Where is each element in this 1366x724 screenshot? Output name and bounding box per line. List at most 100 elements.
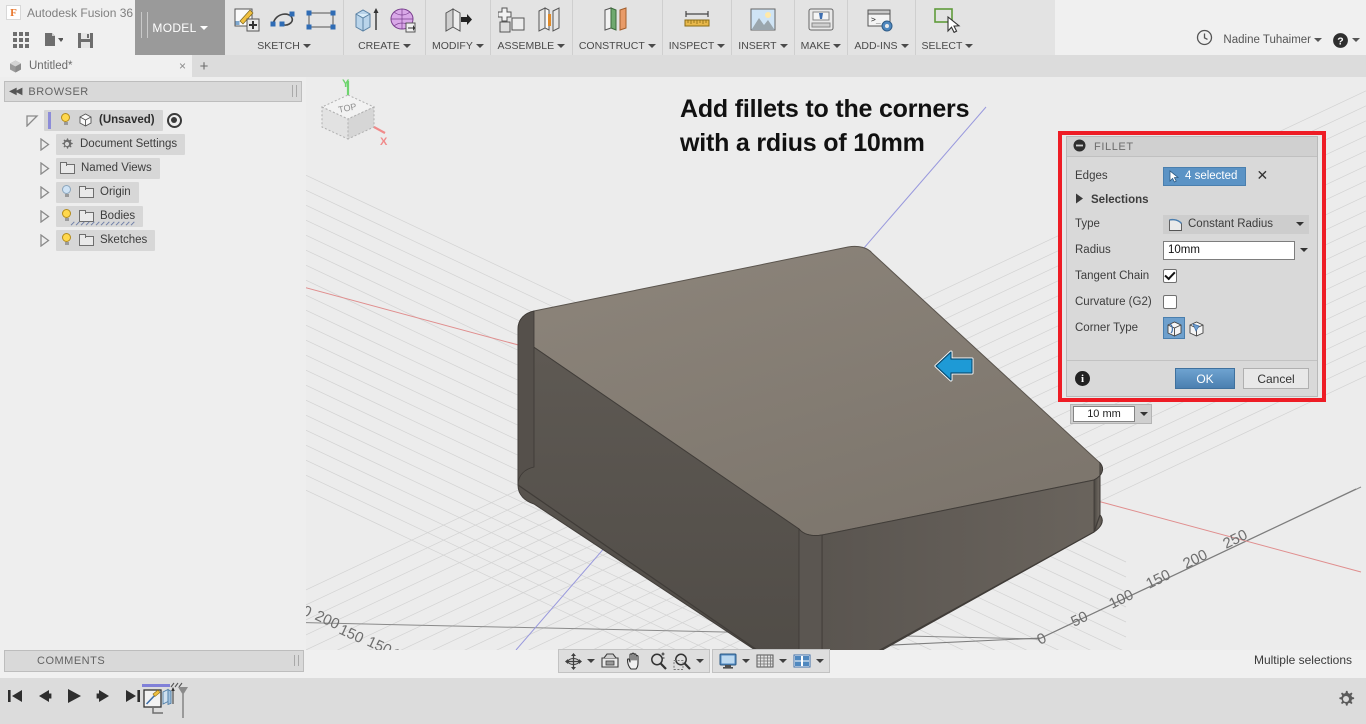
step-forward-icon[interactable] <box>95 687 113 710</box>
cancel-button[interactable]: Cancel <box>1243 368 1309 389</box>
chevron-down-icon[interactable] <box>647 44 656 48</box>
ok-button[interactable]: OK <box>1175 368 1235 389</box>
play-icon[interactable] <box>64 686 84 711</box>
expand-toggle[interactable] <box>32 137 56 151</box>
tree-item-named-views[interactable]: Named Views <box>56 157 160 179</box>
visibility-bulb-icon[interactable] <box>59 113 72 127</box>
new-document-icon[interactable] <box>42 29 64 51</box>
display-settings-icon[interactable] <box>716 651 752 671</box>
measure-icon[interactable] <box>681 5 713 35</box>
expand-toggle[interactable] <box>32 209 56 223</box>
chevron-down-icon[interactable] <box>965 44 974 48</box>
expand-triangle-icon[interactable] <box>1075 193 1084 207</box>
help-menu[interactable]: ? <box>1332 32 1360 49</box>
fillet-type-combo[interactable]: Constant Radius <box>1163 214 1309 234</box>
expand-toggle[interactable] <box>32 161 56 175</box>
3d-print-icon[interactable] <box>805 5 837 35</box>
svg-text:Y: Y <box>342 78 350 90</box>
rectangle-icon[interactable] <box>305 5 337 35</box>
orbit-icon[interactable] <box>562 651 597 671</box>
chevron-down-icon[interactable] <box>833 44 842 48</box>
setback-icon[interactable] <box>1185 317 1207 339</box>
expand-toggle-open[interactable] <box>20 113 44 127</box>
joint-icon[interactable] <box>534 5 566 35</box>
create-sketch-icon[interactable] <box>231 5 263 35</box>
chevron-down-icon[interactable] <box>816 659 824 663</box>
new-tab-button[interactable]: + <box>192 55 216 77</box>
spline-icon[interactable] <box>268 5 300 35</box>
chevron-down-icon[interactable] <box>557 44 566 48</box>
offset-plane-icon[interactable] <box>601 5 633 35</box>
close-icon[interactable]: × <box>179 59 186 73</box>
fillet-selections-header[interactable]: Selections <box>1067 189 1317 211</box>
tree-item-document-settings[interactable]: Document Settings <box>56 133 186 155</box>
insert-image-icon[interactable] <box>747 5 779 35</box>
fillet-radius-input[interactable]: 10mm <box>1163 240 1295 260</box>
document-tab[interactable]: Untitled* × <box>0 55 192 77</box>
comments-panel-header[interactable]: COMMENTS <box>4 650 304 672</box>
step-back-icon[interactable] <box>35 687 53 710</box>
chevron-down-icon[interactable] <box>779 44 788 48</box>
fillet-tangent-chain-checkbox[interactable] <box>1163 269 1177 283</box>
collapse-left-icon[interactable]: ◀◀ <box>9 86 22 97</box>
press-pull-icon[interactable] <box>442 5 474 35</box>
expand-toggle[interactable] <box>32 185 56 199</box>
chevron-down-icon[interactable] <box>779 659 787 663</box>
workspace-switcher[interactable]: MODEL <box>135 0 225 55</box>
grid-apps-icon[interactable] <box>10 29 32 51</box>
tree-node-origin[interactable]: Origin <box>0 180 306 204</box>
go-to-beginning-icon[interactable] <box>6 687 24 710</box>
pan-icon[interactable] <box>623 651 646 671</box>
view-cube[interactable]: TOP Y X <box>306 77 390 157</box>
visibility-bulb-icon[interactable] <box>60 185 73 199</box>
viewports-icon[interactable] <box>790 651 826 671</box>
new-component-icon[interactable] <box>497 5 529 35</box>
chevron-down-icon[interactable] <box>1135 412 1149 416</box>
chevron-down-icon[interactable] <box>900 44 909 48</box>
look-at-icon[interactable] <box>598 651 622 671</box>
activate-component-icon[interactable] <box>166 112 182 128</box>
zoom-window-icon[interactable] <box>671 651 706 671</box>
extrude-icon[interactable] <box>350 5 382 35</box>
chevron-down-icon[interactable] <box>717 44 726 48</box>
info-icon[interactable]: i <box>1075 371 1090 386</box>
tree-item-unsaved[interactable]: (Unsaved) <box>44 109 163 131</box>
rolling-ball-icon[interactable] <box>1163 317 1185 339</box>
tree-item-origin[interactable]: Origin <box>56 181 139 203</box>
tree-node-bodies[interactable]: Bodies <box>0 204 306 228</box>
timeline-playback-controls <box>6 686 142 711</box>
clock-icon[interactable] <box>1196 29 1213 51</box>
select-cursor-icon[interactable] <box>931 5 963 35</box>
collapse-icon[interactable] <box>1073 139 1086 155</box>
tree-item-bodies[interactable]: Bodies <box>56 205 144 227</box>
go-to-end-icon[interactable] <box>124 687 142 710</box>
grid-snaps-icon[interactable] <box>753 651 789 671</box>
fillet-curvature-checkbox[interactable] <box>1163 295 1177 309</box>
timeline-features[interactable] <box>142 682 204 722</box>
user-menu[interactable]: Nadine Tuhaimer <box>1223 34 1322 46</box>
tree-node-named-views[interactable]: Named Views <box>0 156 306 180</box>
expand-toggle[interactable] <box>32 233 56 247</box>
chevron-down-icon[interactable] <box>1295 248 1309 252</box>
chevron-down-icon[interactable] <box>475 44 484 48</box>
scripts-addins-icon[interactable]: >_ <box>865 5 897 35</box>
gear-icon[interactable] <box>1336 689 1356 714</box>
clear-selection-icon[interactable]: ✕ <box>1256 168 1268 184</box>
chevron-down-icon[interactable] <box>302 44 311 48</box>
units-selector[interactable]: 10 mm <box>1070 404 1152 424</box>
chevron-down-icon[interactable] <box>587 659 595 663</box>
folder-icon <box>79 186 94 198</box>
tree-item-sketches[interactable]: Sketches <box>56 229 156 251</box>
form-icon[interactable] <box>387 5 419 35</box>
tree-node-root[interactable]: (Unsaved) <box>0 108 306 132</box>
visibility-bulb-icon[interactable] <box>60 233 73 247</box>
chevron-down-icon[interactable] <box>696 659 704 663</box>
tree-node-sketches[interactable]: Sketches <box>0 228 306 252</box>
fillet-edges-selection[interactable]: 4 selected <box>1163 166 1247 186</box>
zoom-icon[interactable] <box>647 651 670 671</box>
chevron-down-icon[interactable] <box>1296 222 1304 226</box>
tree-node-document-settings[interactable]: Document Settings <box>0 132 306 156</box>
chevron-down-icon[interactable] <box>742 659 750 663</box>
chevron-down-icon[interactable] <box>402 44 411 48</box>
save-icon[interactable] <box>74 29 96 51</box>
